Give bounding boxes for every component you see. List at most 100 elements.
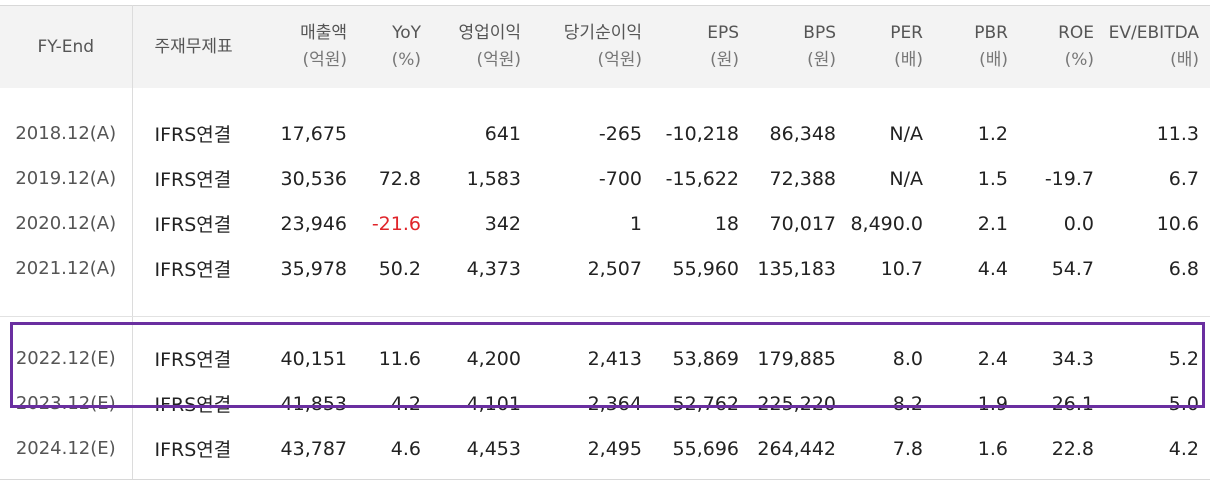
header-roe: ROE (%) [1019, 5, 1105, 88]
spacer-cell [1105, 471, 1210, 480]
header-fy-end: FY-End [0, 5, 133, 88]
header-ev-ebitda: EV/EBITDA (배) [1105, 5, 1210, 88]
cell-ev-ebitda: 5.0 [1168, 392, 1199, 415]
cell-operating-profit: 1,583 [466, 167, 521, 190]
spacer-cell [653, 88, 750, 111]
header-net-income: 당기순이익 (억원) [532, 5, 653, 88]
cell-net-income: -265 [598, 122, 642, 145]
cell-operating-profit: 641 [484, 122, 521, 145]
cell-fy-end: 2024.12(E) [0, 426, 133, 471]
spacer-cell [1105, 88, 1210, 111]
table-row: 2020.12(A) IFRS연결 23,946 -21.6 342 1 18 70,017 8… [0, 201, 1210, 246]
cell-fy-end: 2019.12(A) [0, 156, 133, 201]
spacer-cell [0, 88, 133, 111]
cell-revenue: 40,151 [280, 347, 347, 370]
cell-ev-ebitda: 5.2 [1168, 347, 1199, 370]
cell-roe [1019, 111, 1105, 156]
header-eps: EPS (원) [653, 5, 750, 88]
header-pbr: PBR (배) [934, 5, 1019, 88]
spacer-cell [132, 291, 260, 317]
cell-pbr: 2.4 [977, 347, 1008, 370]
cell-per: 10.7 [880, 257, 923, 280]
spacer-cell [132, 471, 260, 480]
spacer-cell [432, 317, 532, 337]
table-row: 2022.12(E) IFRS연결 40,151 11.6 4,200 2,413 53,8… [0, 336, 1210, 381]
table-row: 2018.12(A) IFRS연결 17,675 641 -265 -10,218 86,3… [0, 111, 1210, 156]
cell-net-income: 1 [629, 212, 642, 235]
spacer-cell [260, 471, 358, 480]
spacer-cell [1019, 291, 1105, 317]
spacer-cell [358, 88, 432, 111]
cell-net-income: 2,364 [587, 392, 642, 415]
financial-summary-table: FY-End 주재무제표 매출액 (억원) YoY (%) 영업이익 (억원) 당기순… [0, 5, 1210, 480]
cell-per: 8.0 [892, 347, 923, 370]
cell-ev-ebitda: 4.2 [1168, 437, 1199, 460]
cell-bps: 225,220 [757, 392, 836, 415]
cell-roe: 54.7 [1051, 257, 1094, 280]
cell-pbr: 1.9 [977, 392, 1008, 415]
cell-pbr: 1.6 [977, 437, 1008, 460]
cell-eps: -10,218 [665, 122, 739, 145]
cell-ev-ebitda: 10.6 [1156, 212, 1199, 235]
cell-ev-ebitda: 6.7 [1168, 167, 1199, 190]
cell-per: 8,490.0 [850, 212, 923, 235]
spacer-cell [260, 291, 358, 317]
cell-pbr: 2.1 [977, 212, 1008, 235]
spacer-cell [0, 316, 133, 336]
cell-operating-profit: 4,373 [466, 257, 521, 280]
table-row: 2024.12(E) IFRS연결 43,787 4.6 4,453 2,495 55,69… [0, 426, 1210, 471]
cell-yoy: 11.6 [378, 347, 421, 370]
spacer-cell [532, 471, 653, 480]
cell-yoy: -21.6 [371, 212, 421, 235]
cell-bps: 135,183 [757, 257, 836, 280]
header-row: FY-End 주재무제표 매출액 (억원) YoY (%) 영업이익 (억원) 당기순… [0, 5, 1210, 88]
spacer-cell [934, 317, 1019, 337]
spacer-cell [432, 88, 532, 111]
cell-bps: 86,348 [769, 122, 836, 145]
spacer-cell [358, 471, 432, 480]
cell-per: 7.8 [892, 437, 923, 460]
table-row: 2019.12(A) IFRS연결 30,536 72.8 1,583 -700 -15,6… [0, 156, 1210, 201]
spacer-cell [1019, 317, 1105, 337]
cell-net-income: -700 [598, 167, 642, 190]
spacer-cell [532, 88, 653, 111]
header-statement-type: 주재무제표 [132, 5, 260, 88]
header-bps: BPS (원) [750, 5, 847, 88]
spacer-row [0, 471, 1210, 480]
spacer-cell [260, 88, 358, 111]
spacer-cell [847, 471, 934, 480]
cell-net-income: 2,495 [587, 437, 642, 460]
spacer-cell [432, 291, 532, 317]
cell-eps: 53,869 [672, 347, 739, 370]
cell-statement-type: IFRS연결 [154, 259, 232, 281]
cell-yoy: 72.8 [378, 167, 421, 190]
cell-eps: 18 [714, 212, 739, 235]
cell-roe: 34.3 [1051, 347, 1094, 370]
spacer-cell [653, 471, 750, 480]
cell-roe: 0.0 [1063, 212, 1094, 235]
cell-yoy: 4.2 [390, 392, 421, 415]
spacer-cell [1019, 471, 1105, 480]
header-per: PER (배) [847, 5, 934, 88]
spacer-cell [934, 471, 1019, 480]
cell-bps: 264,442 [757, 437, 836, 460]
cell-fy-end: 2021.12(A) [0, 246, 133, 291]
cell-revenue: 43,787 [280, 437, 347, 460]
cell-eps: 52,762 [672, 392, 739, 415]
spacer-cell [653, 291, 750, 317]
spacer-cell [1019, 88, 1105, 111]
spacer-cell [0, 291, 133, 317]
cell-eps: 55,960 [672, 257, 739, 280]
cell-roe: 26.1 [1051, 392, 1094, 415]
table-row: 2021.12(A) IFRS연결 35,978 50.2 4,373 2,507 55,9… [0, 246, 1210, 291]
cell-statement-type: IFRS연결 [154, 439, 232, 461]
cell-yoy: 4.6 [390, 437, 421, 460]
cell-per: N/A [889, 122, 923, 145]
cell-operating-profit: 4,453 [466, 437, 521, 460]
cell-fy-end: 2022.12(E) [0, 336, 133, 381]
spacer-cell [260, 317, 358, 337]
cell-fy-end: 2018.12(A) [0, 111, 133, 156]
cell-revenue: 17,675 [280, 122, 347, 145]
spacer-cell [934, 88, 1019, 111]
cell-roe: -19.7 [1044, 167, 1094, 190]
